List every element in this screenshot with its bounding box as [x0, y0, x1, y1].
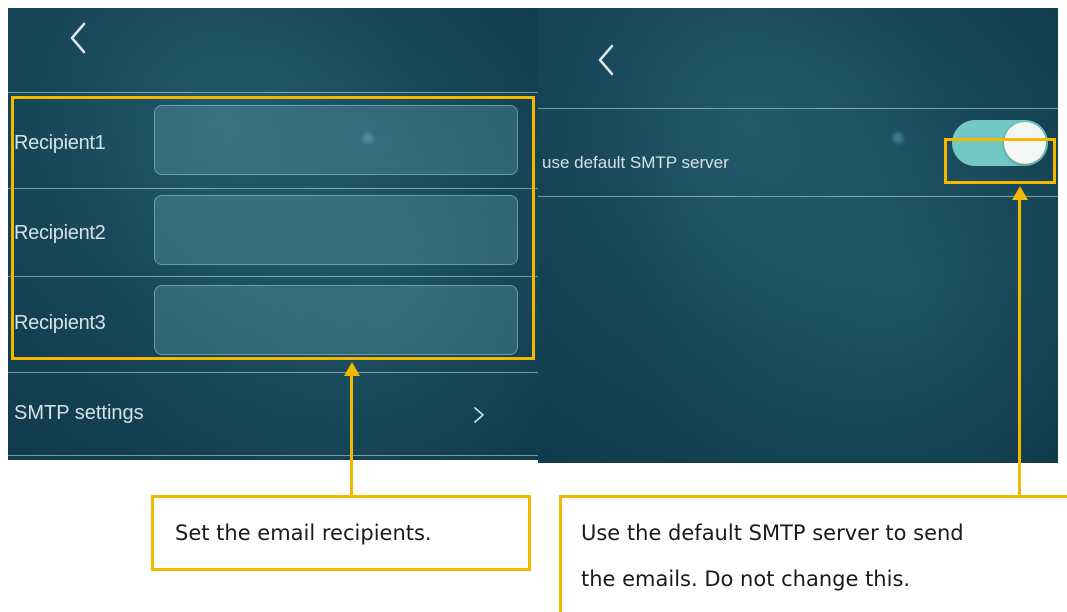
divider [538, 196, 1058, 197]
callout-connector [559, 495, 562, 612]
smtp-callout-text-line1: Use the default SMTP server to send [581, 521, 964, 545]
recipients-highlight [11, 96, 535, 360]
divider [8, 92, 538, 93]
smtp-settings-screen: use default SMTP server [538, 8, 1058, 463]
toggle-highlight [944, 138, 1056, 184]
smtp-callout-text-line2: the emails. Do not change this. [581, 567, 911, 591]
annotated-screenshot: Recipient1 Recipient2 Recipient3 SMTP se… [0, 0, 1067, 612]
callout-connector [1018, 198, 1021, 496]
callout-connector [350, 374, 353, 498]
chevron-left-icon [598, 44, 614, 76]
divider [538, 108, 1058, 109]
recipients-callout-text: Set the email recipients. [175, 521, 432, 545]
smtp-settings-row[interactable]: SMTP settings [8, 374, 538, 458]
divider [8, 372, 538, 373]
divider [8, 455, 538, 456]
chevron-right-icon [474, 407, 484, 423]
default-smtp-label: use default SMTP server [542, 153, 729, 172]
smtp-settings-label: SMTP settings [14, 402, 144, 424]
back-button[interactable] [60, 18, 100, 58]
back-button[interactable] [588, 40, 628, 80]
callout-connector [559, 495, 1067, 498]
chevron-left-icon [70, 22, 86, 54]
